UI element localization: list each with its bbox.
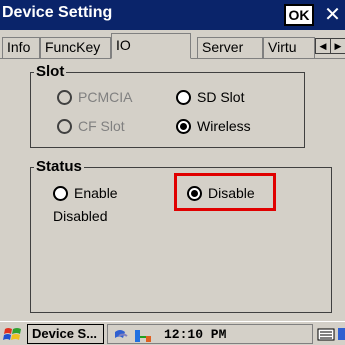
taskbar-task-device-setting[interactable]: Device S... bbox=[27, 324, 104, 344]
tab-server[interactable]: Server bbox=[197, 37, 263, 58]
keyboard-icon[interactable] bbox=[317, 326, 335, 342]
radio-label-pcmcia: PCMCIA bbox=[78, 89, 133, 105]
tab-scroll-right-button[interactable]: ▶ bbox=[330, 38, 345, 54]
window-title: Device Setting bbox=[2, 4, 113, 21]
tab-io[interactable]: IO bbox=[111, 33, 191, 59]
tab-funckey[interactable]: FuncKey bbox=[40, 37, 111, 58]
radio-sd-slot[interactable]: SD Slot bbox=[176, 89, 244, 105]
radio-label-cf-slot: CF Slot bbox=[78, 118, 125, 134]
radio-label-wireless: Wireless bbox=[197, 118, 251, 134]
status-value-text: Disabled bbox=[53, 208, 108, 224]
tab-scroll-left-button[interactable]: ◀ bbox=[315, 38, 331, 54]
system-tray: 12:10 PM bbox=[107, 324, 313, 344]
tab-virtu[interactable]: Virtu bbox=[263, 37, 315, 58]
radio-wireless[interactable]: Wireless bbox=[176, 118, 251, 134]
desktop-icon[interactable] bbox=[338, 326, 345, 342]
taskbar: Device S... 12:10 PM bbox=[0, 321, 345, 345]
radio-circle bbox=[53, 185, 68, 201]
network-icon[interactable] bbox=[114, 327, 132, 343]
close-button[interactable]: ✕ bbox=[320, 2, 345, 28]
radio-circle bbox=[176, 89, 191, 105]
radio-circle bbox=[57, 89, 72, 105]
radio-label-sd-slot: SD Slot bbox=[197, 89, 245, 105]
radio-cf-slot[interactable]: CF Slot bbox=[57, 118, 125, 134]
tab-info[interactable]: Info bbox=[2, 37, 40, 58]
radio-circle bbox=[176, 118, 191, 134]
slot-groupbox bbox=[30, 72, 305, 148]
status-group-title: Status bbox=[34, 158, 84, 175]
radio-enable[interactable]: Enable bbox=[53, 185, 118, 201]
slot-group-title: Slot bbox=[34, 63, 67, 80]
windows-start-icon[interactable] bbox=[3, 325, 23, 343]
clock: 12:10 PM bbox=[164, 327, 227, 342]
radio-pcmcia[interactable]: PCMCIA bbox=[57, 89, 132, 105]
tab-strip: Info FuncKey IO Server Virtu ◀ ▶ bbox=[0, 30, 345, 59]
radio-label-enable: Enable bbox=[74, 185, 118, 201]
connection-icon[interactable] bbox=[134, 327, 152, 343]
radio-circle bbox=[57, 118, 72, 134]
highlight-box bbox=[174, 173, 276, 211]
title-bar: Device Setting OK ✕ bbox=[0, 0, 345, 30]
ok-button[interactable]: OK bbox=[284, 4, 314, 26]
